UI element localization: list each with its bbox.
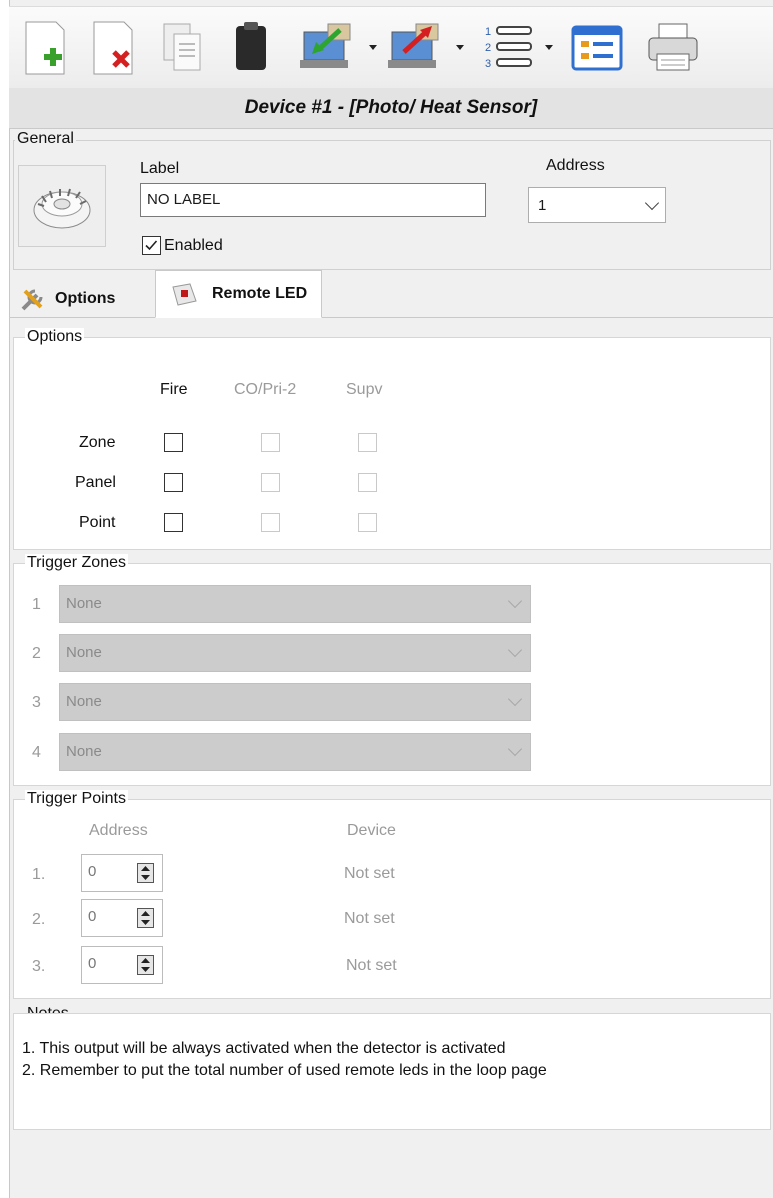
zone-fire-checkbox[interactable]	[164, 433, 183, 452]
chevron-down-icon	[507, 593, 523, 609]
paste-icon[interactable]	[223, 17, 279, 79]
device-title-bar: Device #1 - [Photo/ Heat Sensor]	[9, 88, 773, 129]
upload-dropdown-arrow[interactable]	[456, 45, 464, 50]
delete-device-icon[interactable]	[85, 17, 141, 79]
trigger-zone-value: None	[66, 743, 102, 760]
toolbar: 1 2 3	[9, 6, 773, 90]
remote-led-icon	[172, 283, 197, 306]
zone-co-checkbox[interactable]	[261, 433, 280, 452]
trigger-zone-select[interactable]: None	[59, 585, 531, 623]
trigger-zone-select[interactable]: None	[59, 683, 531, 721]
trigger-zone-value: None	[66, 693, 102, 710]
device-header: Device	[347, 822, 396, 839]
row-point: Point	[79, 514, 116, 531]
svg-text:2: 2	[485, 42, 491, 54]
point-address-spinner[interactable]: 0	[81, 946, 163, 984]
svg-text:1: 1	[485, 26, 491, 38]
tab-options[interactable]: Options	[13, 280, 125, 318]
zone-num: 2	[32, 645, 41, 662]
tab-options-label: Options	[55, 290, 116, 307]
trigger-zone-select[interactable]: None	[59, 733, 531, 771]
options-group-label: Options	[25, 328, 85, 346]
point-address-spinner[interactable]: 0	[81, 854, 163, 892]
address-header: Address	[89, 822, 148, 839]
download-icon[interactable]	[295, 17, 359, 79]
point-device: Not set	[344, 865, 395, 882]
device-image	[18, 165, 106, 247]
enabled-checkbox[interactable]	[142, 236, 161, 255]
col-fire: Fire	[160, 381, 188, 398]
trigger-points-label: Trigger Points	[25, 790, 128, 808]
device-title: Device #1 - [Photo/ Heat Sensor]	[244, 97, 538, 118]
tools-icon	[21, 289, 43, 311]
panel-supv-checkbox[interactable]	[358, 473, 377, 492]
chevron-down-icon	[644, 195, 660, 211]
zone-supv-checkbox[interactable]	[358, 433, 377, 452]
general-group-label: General	[15, 130, 76, 148]
address-select[interactable]: 1	[528, 187, 666, 223]
zone-num: 1	[32, 596, 41, 613]
point-address-value: 0	[88, 908, 97, 925]
address-caption: Address	[546, 157, 605, 174]
copy-icon[interactable]	[155, 17, 211, 79]
trigger-zone-select[interactable]: None	[59, 634, 531, 672]
panel-co-checkbox[interactable]	[261, 473, 280, 492]
row-panel: Panel	[75, 474, 116, 491]
point-device: Not set	[344, 910, 395, 927]
point-supv-checkbox[interactable]	[358, 513, 377, 532]
point-num: 2.	[32, 911, 46, 928]
options-group	[13, 337, 771, 550]
properties-icon[interactable]	[565, 17, 629, 79]
zone-num: 4	[32, 744, 41, 761]
tab-remote-led-label: Remote LED	[212, 285, 308, 302]
check-icon	[145, 240, 158, 251]
list-dropdown-arrow[interactable]	[545, 45, 553, 50]
download-dropdown-arrow[interactable]	[369, 45, 377, 50]
point-co-checkbox[interactable]	[261, 513, 280, 532]
notes-box: 1. This output will be always activated …	[13, 1013, 771, 1130]
note-line: 2. Remember to put the total number of u…	[22, 1062, 547, 1079]
label-caption: Label	[140, 160, 180, 177]
printer-icon[interactable]	[641, 17, 705, 79]
label-input[interactable]: NO LABEL	[140, 183, 486, 217]
heat-sensor-icon	[33, 188, 91, 229]
tab-strip: Options Remote LED	[9, 268, 773, 318]
chevron-down-icon	[507, 741, 523, 757]
panel-fire-checkbox[interactable]	[164, 473, 183, 492]
tab-remote-led[interactable]: Remote LED	[155, 270, 323, 318]
trigger-zone-value: None	[66, 595, 102, 612]
enabled-label[interactable]: Enabled	[164, 237, 223, 255]
point-address-spinner[interactable]: 0	[81, 899, 163, 937]
list-icon[interactable]: 1 2 3	[477, 17, 541, 79]
upload-icon[interactable]	[383, 17, 447, 79]
address-select-value: 1	[538, 197, 547, 214]
row-zone: Zone	[79, 434, 116, 451]
point-device: Not set	[346, 957, 397, 974]
spinner-arrows-icon[interactable]	[137, 908, 154, 928]
add-device-icon[interactable]	[17, 17, 73, 79]
col-co-pri2: CO/Pri-2	[234, 381, 297, 398]
chevron-down-icon	[507, 691, 523, 707]
spinner-arrows-icon[interactable]	[137, 955, 154, 975]
point-address-value: 0	[88, 863, 97, 880]
point-fire-checkbox[interactable]	[164, 513, 183, 532]
zone-num: 3	[32, 694, 41, 711]
note-line: 1. This output will be always activated …	[22, 1040, 506, 1057]
svg-text:3: 3	[485, 58, 491, 70]
point-num: 3.	[32, 958, 46, 975]
col-supv: Supv	[346, 381, 383, 398]
point-num: 1.	[32, 866, 46, 883]
spinner-arrows-icon[interactable]	[137, 863, 154, 883]
chevron-down-icon	[507, 642, 523, 658]
trigger-zones-label: Trigger Zones	[25, 554, 128, 572]
trigger-zone-value: None	[66, 644, 102, 661]
point-address-value: 0	[88, 955, 97, 972]
